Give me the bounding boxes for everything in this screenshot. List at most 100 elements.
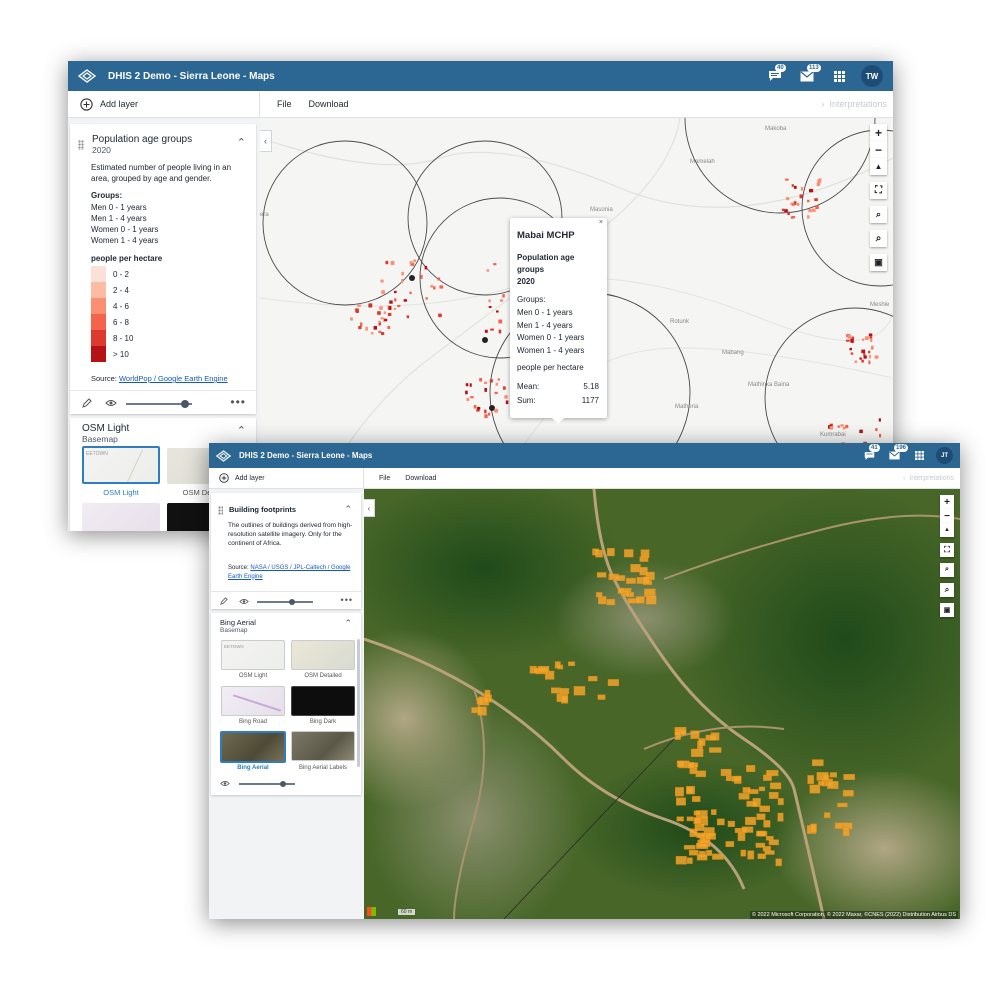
building-footprint[interactable] xyxy=(630,563,641,573)
building-footprint[interactable] xyxy=(674,731,681,740)
building-footprint[interactable] xyxy=(606,598,616,606)
collapse-chevron-icon[interactable]: ⌃ xyxy=(344,504,352,515)
building-footprint[interactable] xyxy=(675,787,684,797)
user-avatar[interactable]: JT xyxy=(936,447,953,464)
building-footprint[interactable] xyxy=(694,823,705,831)
eye-icon[interactable] xyxy=(239,598,249,605)
building-footprint[interactable] xyxy=(811,759,824,767)
building-footprint[interactable] xyxy=(683,845,696,850)
building-footprint[interactable] xyxy=(768,791,779,799)
building-footprint[interactable] xyxy=(810,823,817,833)
building-footprint[interactable] xyxy=(741,826,754,833)
collapse-chevron-icon[interactable]: ⌃ xyxy=(344,618,352,629)
collapse-panel-button[interactable]: ‹ xyxy=(364,499,375,517)
building-footprint[interactable] xyxy=(645,595,657,605)
building-footprint[interactable] xyxy=(607,679,619,687)
fullscreen-button[interactable]: ⛶ xyxy=(940,543,954,557)
building-footprint[interactable] xyxy=(712,853,724,860)
building-footprint[interactable] xyxy=(568,661,576,666)
building-footprint[interactable] xyxy=(676,816,684,822)
building-footprint[interactable] xyxy=(686,816,694,822)
pencil-icon[interactable] xyxy=(220,597,228,605)
building-footprint[interactable] xyxy=(737,831,746,841)
download-menu[interactable]: Download xyxy=(309,99,349,109)
building-footprint[interactable] xyxy=(725,841,735,848)
basemap-opacity-slider[interactable] xyxy=(239,781,295,787)
search-button[interactable]: ⌕ xyxy=(940,583,954,597)
basemap-option-osm-detailed[interactable] xyxy=(291,640,355,670)
building-footprint[interactable] xyxy=(690,748,704,757)
building-footprint[interactable] xyxy=(559,688,570,694)
building-footprint[interactable] xyxy=(827,781,839,789)
building-footprint[interactable] xyxy=(698,738,706,746)
fullscreen-button[interactable]: ⛶ xyxy=(870,182,887,199)
file-menu[interactable]: File xyxy=(379,475,390,482)
building-footprint[interactable] xyxy=(696,842,709,849)
building-footprint[interactable] xyxy=(560,695,569,704)
building-footprint[interactable] xyxy=(725,775,733,782)
facility-point[interactable] xyxy=(489,405,495,411)
basemap-option-bing-road[interactable] xyxy=(82,503,160,531)
building-footprint[interactable] xyxy=(763,820,771,828)
building-footprint[interactable] xyxy=(690,730,700,739)
building-footprint[interactable] xyxy=(777,798,784,806)
pencil-icon[interactable] xyxy=(82,398,92,408)
building-footprint[interactable] xyxy=(478,696,489,706)
search-button[interactable]: ⌕ xyxy=(870,230,887,247)
building-footprint[interactable] xyxy=(720,768,732,777)
facility-point[interactable] xyxy=(409,275,415,281)
building-footprint[interactable] xyxy=(747,850,755,860)
building-footprint[interactable] xyxy=(756,830,766,837)
download-menu[interactable]: Download xyxy=(405,475,436,482)
building-footprint[interactable] xyxy=(635,596,645,604)
source-link[interactable]: WorldPop / Google Earth Engine xyxy=(119,374,228,383)
building-footprint[interactable] xyxy=(606,547,615,557)
zoom-in-button[interactable]: + xyxy=(940,495,954,509)
measure-button[interactable]: ▣ xyxy=(940,603,954,617)
building-footprint[interactable] xyxy=(769,782,782,790)
building-footprint[interactable] xyxy=(676,760,685,768)
building-footprint[interactable] xyxy=(695,770,707,778)
user-avatar[interactable]: TW xyxy=(861,65,883,87)
basemap-opacity-slider-handle[interactable] xyxy=(279,781,286,787)
building-footprint[interactable] xyxy=(711,809,717,815)
opacity-slider-handle[interactable] xyxy=(289,599,296,605)
more-icon[interactable]: ••• xyxy=(341,595,353,605)
file-menu[interactable]: File xyxy=(277,99,292,109)
popup-close-button[interactable]: × xyxy=(599,219,603,226)
building-footprint[interactable] xyxy=(614,575,626,582)
scrollbar[interactable] xyxy=(357,639,360,767)
building-footprint[interactable] xyxy=(834,822,843,829)
drag-handle-icon[interactable] xyxy=(218,506,223,515)
interpretations-toggle[interactable]: ‹ Interpretations xyxy=(903,475,954,482)
apps-button[interactable] xyxy=(825,61,853,91)
basemap-option-bing-aerial[interactable] xyxy=(220,731,286,763)
building-footprint[interactable] xyxy=(777,812,784,822)
building-footprint[interactable] xyxy=(696,854,708,861)
building-footprint[interactable] xyxy=(837,802,848,808)
building-footprint[interactable] xyxy=(756,813,766,820)
building-footprint[interactable] xyxy=(816,772,829,781)
building-footprint[interactable] xyxy=(731,775,742,782)
building-footprint[interactable] xyxy=(686,857,693,864)
zoom-out-button[interactable]: − xyxy=(940,509,954,523)
aerial-map-canvas[interactable] xyxy=(364,489,960,919)
facility-point[interactable] xyxy=(482,337,488,343)
building-footprint[interactable] xyxy=(843,774,855,780)
building-footprint[interactable] xyxy=(597,596,607,605)
building-footprint[interactable] xyxy=(693,810,701,816)
zoom-in-button[interactable]: + xyxy=(870,124,887,141)
building-footprint[interactable] xyxy=(716,818,725,826)
zoom-to-content-button[interactable]: ⌕ xyxy=(940,563,954,577)
building-footprint[interactable] xyxy=(573,686,586,696)
collapse-chevron-icon[interactable]: ⌃ xyxy=(237,424,246,437)
building-footprint[interactable] xyxy=(709,747,722,753)
interpretations-button[interactable]: 41 xyxy=(858,443,880,468)
building-footprint[interactable] xyxy=(595,592,603,598)
basemap-option-bing-dark[interactable] xyxy=(291,686,355,716)
building-footprint[interactable] xyxy=(807,775,814,785)
interpretations-toggle[interactable]: › Interpretations xyxy=(821,99,887,109)
building-footprint[interactable] xyxy=(537,665,550,673)
building-footprint[interactable] xyxy=(675,856,687,865)
building-footprint[interactable] xyxy=(768,839,779,846)
